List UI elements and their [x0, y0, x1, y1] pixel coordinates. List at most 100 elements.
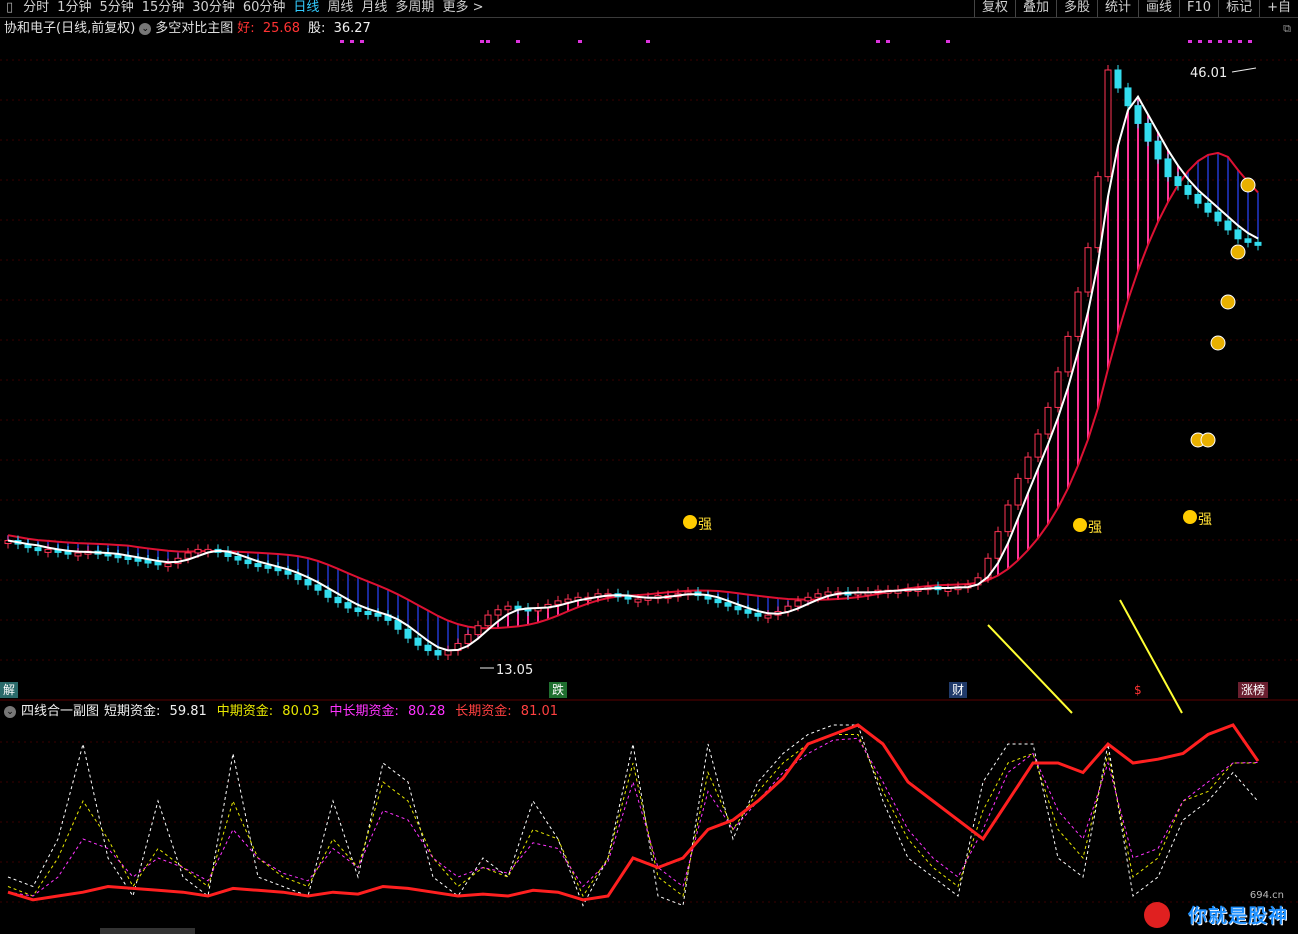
candle-body	[354, 607, 362, 613]
candle-body	[1124, 87, 1132, 107]
candle-body	[794, 600, 802, 607]
candle-body	[464, 634, 472, 644]
candle-body	[374, 612, 382, 617]
event-label-dollar[interactable]: $	[1131, 682, 1145, 698]
sub-indicator-dropdown-icon[interactable]: ⌄	[4, 706, 16, 718]
candle-body	[34, 547, 42, 552]
candle-body	[44, 548, 52, 553]
candle-body	[74, 552, 82, 557]
watermark-logo-icon	[1144, 902, 1170, 928]
signal-marker	[1208, 40, 1212, 43]
event-label-cai[interactable]: 财	[949, 682, 968, 698]
signal-marker	[876, 40, 880, 43]
candle-body	[304, 579, 312, 586]
strong-label: 强	[698, 517, 712, 533]
series-line-0	[7, 724, 1259, 907]
candle-body	[1144, 122, 1152, 142]
candle-body	[324, 589, 332, 598]
candle-body	[814, 593, 822, 598]
signal-marker	[1188, 40, 1192, 43]
money-bag-icon	[1240, 177, 1256, 193]
candle-body	[1004, 504, 1012, 533]
candle-body	[714, 598, 722, 604]
yellow-arrow	[1119, 599, 1183, 714]
long-fund: 长期资金: 81.01	[455, 703, 563, 721]
candle-body	[404, 628, 412, 639]
high-price-label: 46.01	[1190, 66, 1227, 81]
candle-body	[344, 602, 352, 609]
short-fund-value: 59.81	[169, 704, 207, 719]
candle-body	[1184, 185, 1192, 195]
money-bag-icon	[1230, 244, 1246, 260]
signal-marker	[360, 40, 364, 43]
midlong-fund: 中长期资金: 80.28	[330, 703, 451, 721]
series-line-1	[7, 734, 1259, 898]
candle-body	[1074, 291, 1082, 337]
candle-body	[234, 555, 242, 561]
mid-fund-value: 80.03	[282, 704, 320, 719]
candle-body	[1014, 477, 1022, 506]
candle-body	[434, 650, 442, 656]
strong-label: 强	[1198, 512, 1212, 528]
event-label-left[interactable]: 解	[0, 682, 19, 698]
signal-marker	[886, 40, 890, 43]
candle-body	[424, 644, 432, 652]
signal-marker	[578, 40, 582, 43]
candle-body	[1164, 158, 1172, 178]
series-line-2	[7, 737, 1259, 897]
signal-marker	[480, 40, 484, 43]
event-label-die[interactable]: 跌	[549, 682, 568, 698]
watermark-text: 你就是股神	[1187, 905, 1288, 927]
event-label-zhang[interactable]: 涨榜	[1238, 682, 1269, 698]
candle-body	[414, 637, 422, 646]
candle-body	[244, 559, 252, 565]
candle-body	[254, 563, 262, 568]
low-price-label: 13.05	[496, 663, 533, 678]
strong-label: 强	[1088, 520, 1102, 536]
long-fund-value: 81.01	[520, 704, 559, 719]
series-line-3	[7, 723, 1260, 902]
candle-body	[1154, 140, 1162, 160]
candle-body	[1084, 247, 1092, 293]
candle-body	[1044, 406, 1052, 435]
candle-body	[184, 552, 192, 559]
candle-body	[724, 602, 732, 607]
candle-body	[754, 612, 762, 617]
candle-body	[294, 573, 302, 581]
signal-marker	[1198, 40, 1202, 43]
short-fund-label: 短期资金:	[104, 704, 161, 719]
candle-body	[164, 563, 172, 568]
candle-body	[284, 570, 292, 575]
candle-body	[1024, 456, 1032, 479]
date-scroll-bar[interactable]	[100, 928, 195, 934]
midlong-fund-label: 中长期资金:	[329, 704, 399, 719]
signal-marker	[1248, 40, 1252, 43]
candle-body	[1064, 335, 1072, 373]
money-bag-icon	[1210, 335, 1226, 351]
candle-body	[494, 609, 502, 616]
mid-fund: 中期资金: 80.03	[217, 703, 325, 721]
candle-body	[1034, 433, 1042, 458]
candle-body	[334, 596, 342, 604]
candle-body	[1134, 105, 1142, 124]
candle-body	[1214, 211, 1222, 222]
sub-chart-header: ⌄ 四线合一副图 短期资金: 59.81 中期资金: 80.03 中长期资金: …	[4, 703, 568, 721]
signal-marker	[1238, 40, 1242, 43]
mid-fund-label: 中期资金:	[216, 704, 274, 719]
watermark-site: 694.cn	[1249, 890, 1284, 901]
watermark: 694.cn 你就是股神	[1142, 890, 1292, 930]
sub-indicator-name[interactable]: 四线合一副图	[21, 703, 99, 721]
candle-body	[474, 625, 482, 636]
candle-body	[764, 614, 772, 619]
candle-body	[994, 531, 1002, 559]
candle-body	[154, 561, 162, 566]
candle-body	[504, 605, 512, 611]
candle-body	[1244, 238, 1252, 243]
smile-icon	[1183, 510, 1197, 524]
candle-body	[734, 605, 742, 611]
candle-body	[1054, 371, 1062, 408]
chart-canvas[interactable]: 46.0113.05强强强	[0, 0, 1298, 934]
candle-body	[194, 548, 202, 554]
money-bag-icon	[1200, 432, 1216, 448]
candle-body	[1254, 241, 1262, 246]
